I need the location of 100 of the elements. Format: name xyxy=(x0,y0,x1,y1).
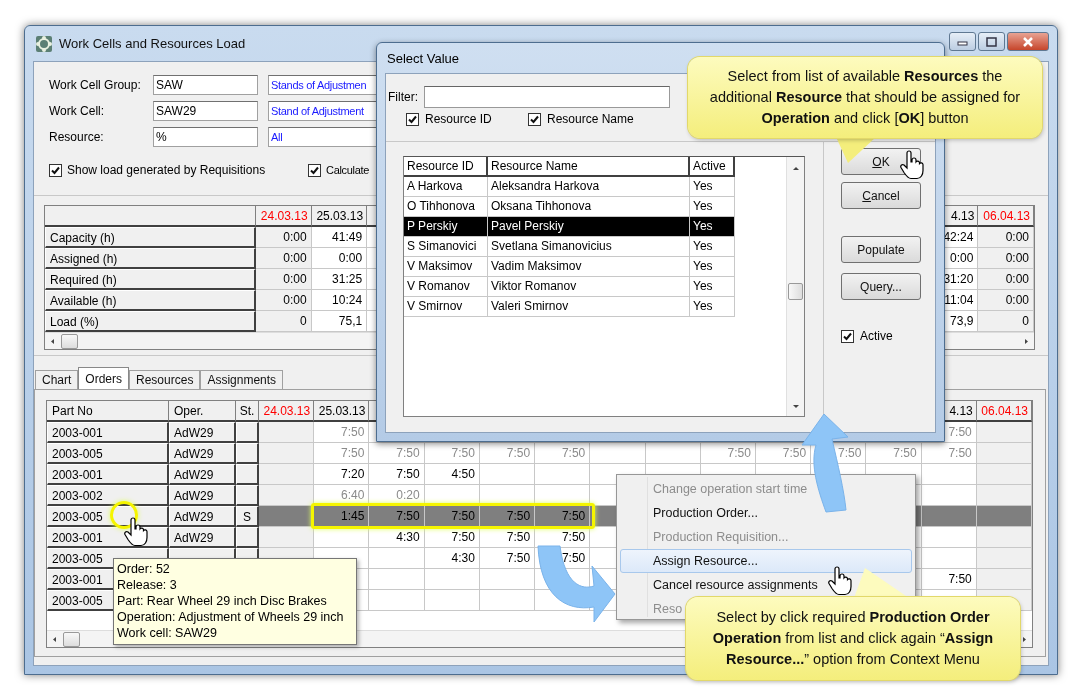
menu-item[interactable]: Cancel resource assignments xyxy=(620,573,912,597)
table-cell: 7:50 xyxy=(424,443,480,464)
checkbox[interactable] xyxy=(406,112,419,126)
tab[interactable]: Orders xyxy=(78,367,130,389)
column-header: 06.04.13 xyxy=(978,206,1034,227)
row-header[interactable]: 2003-005 xyxy=(47,443,169,464)
table-cell: Yes xyxy=(690,217,735,237)
table-cell: S Simanovici xyxy=(404,237,488,257)
table-cell xyxy=(369,548,425,569)
table-cell: 31:25 xyxy=(311,269,368,290)
list-row[interactable]: V Romanov Viktor Romanov Yes xyxy=(404,277,735,297)
row-header[interactable]: 2003-002 xyxy=(47,485,169,506)
table-cell: Yes xyxy=(690,177,735,197)
list-row[interactable]: V Smirnov Valeri Smirnov Yes xyxy=(404,297,735,317)
tab[interactable]: Assignments xyxy=(200,370,284,389)
table-cell: 1:45 xyxy=(314,506,370,527)
checkbox-label: Resource ID xyxy=(425,112,492,126)
maximize-button[interactable] xyxy=(978,32,1005,51)
code-field[interactable]: SAW xyxy=(153,75,258,95)
checkbox[interactable] xyxy=(841,329,854,343)
table-cell: V Smirnov xyxy=(404,297,488,317)
table-cell xyxy=(590,443,646,464)
table-cell xyxy=(535,464,591,485)
row-header[interactable]: 2003-005 xyxy=(47,506,169,527)
scroll-thumb[interactable] xyxy=(788,283,803,300)
checkbox[interactable] xyxy=(308,163,321,177)
table-cell: 0 xyxy=(256,311,312,332)
checkbox-label: Calculate xyxy=(326,164,370,176)
list-row[interactable]: S Simanovici Svetlana Simanovicius Yes xyxy=(404,237,735,257)
table-cell: 7:50 xyxy=(700,443,756,464)
table-cell xyxy=(976,443,1032,464)
table-cell: 4:30 xyxy=(369,527,425,548)
column-header: 25.03.13 xyxy=(311,206,368,227)
query-button[interactable]: Query... xyxy=(841,273,921,300)
table-cell xyxy=(236,464,259,485)
table-cell xyxy=(479,590,536,611)
field-label: Work Cell Group: xyxy=(49,78,142,92)
table-cell: Yes xyxy=(690,277,735,297)
table-cell xyxy=(976,485,1032,506)
menu-item[interactable]: Production Order... xyxy=(620,501,912,525)
row-header[interactable]: 2003-001 xyxy=(47,422,169,443)
cancel-button[interactable]: Cancel xyxy=(841,182,921,209)
table-cell xyxy=(236,443,259,464)
table-cell xyxy=(424,569,480,590)
table-cell: 0:00 xyxy=(256,290,312,311)
table-cell: 7:50 xyxy=(535,443,591,464)
vertical-scrollbar[interactable] xyxy=(786,157,804,416)
table-cell: Yes xyxy=(690,297,735,317)
code-field[interactable]: SAW29 xyxy=(153,101,258,121)
column-header: Oper. xyxy=(169,401,236,422)
scroll-thumb[interactable] xyxy=(63,631,80,647)
table-cell xyxy=(369,590,425,611)
table-cell: Yes xyxy=(690,257,735,277)
table-cell: AdW29 xyxy=(169,422,236,443)
table-cell: 0:00 xyxy=(256,269,312,290)
list-row[interactable]: V Maksimov Vadim Maksimov Yes xyxy=(404,257,735,277)
menu-item[interactable]: Assign Resource... xyxy=(620,549,912,573)
table-cell: Pavel Perskiy xyxy=(488,217,690,237)
field-label: Work Cell: xyxy=(49,104,106,118)
window-title: Work Cells and Resources Load xyxy=(59,36,246,51)
table-cell: 0:00 xyxy=(978,248,1034,269)
table-cell xyxy=(369,569,425,590)
list-row[interactable]: A Harkova Aleksandra Harkova Yes xyxy=(404,177,735,197)
table-cell xyxy=(976,569,1032,590)
table-cell: 7:50 xyxy=(424,527,480,548)
code-field[interactable]: % xyxy=(153,127,258,147)
column-header: Part No xyxy=(47,401,169,422)
column-header: Resource ID xyxy=(404,157,488,177)
app-icon xyxy=(35,34,53,53)
table-cell: 7:50 xyxy=(866,443,922,464)
tab[interactable]: Resources xyxy=(129,370,201,389)
table-cell: 7:20 xyxy=(314,464,370,485)
tooltip-line: Operation: Adjustment of Wheels 29 inch xyxy=(117,609,345,625)
checkbox[interactable] xyxy=(528,112,541,126)
table-cell: V Romanov xyxy=(404,277,488,297)
table-cell: AdW29 xyxy=(169,485,236,506)
populate-button[interactable]: Populate xyxy=(841,236,921,263)
row-header: Available (h) xyxy=(45,290,256,311)
row-header: Required (h) xyxy=(45,269,256,290)
tab[interactable]: Chart xyxy=(35,370,79,389)
table-cell: 7:50 xyxy=(921,569,977,590)
minimize-button[interactable] xyxy=(949,32,976,51)
checkbox[interactable] xyxy=(49,163,62,177)
filter-field[interactable] xyxy=(424,86,670,108)
table-cell: 7:50 xyxy=(479,548,536,569)
hand-cursor-icon xyxy=(900,150,924,180)
checkbox-label: Resource Name xyxy=(547,112,634,126)
table-cell: 0 xyxy=(978,311,1034,332)
list-row[interactable]: P Perskiy Pavel Perskiy Yes xyxy=(404,217,735,237)
close-button[interactable] xyxy=(1007,32,1049,51)
table-cell xyxy=(921,548,977,569)
table-cell: AdW29 xyxy=(169,527,236,548)
row-header[interactable]: 2003-001 xyxy=(47,464,169,485)
table-cell xyxy=(976,422,1032,443)
table-cell: Svetlana Simanovicius xyxy=(488,237,690,257)
table-cell xyxy=(236,422,259,443)
table-cell xyxy=(424,590,480,611)
table-cell: 0:00 xyxy=(311,248,368,269)
scroll-thumb[interactable] xyxy=(61,333,78,349)
field-label: Resource: xyxy=(49,130,105,144)
